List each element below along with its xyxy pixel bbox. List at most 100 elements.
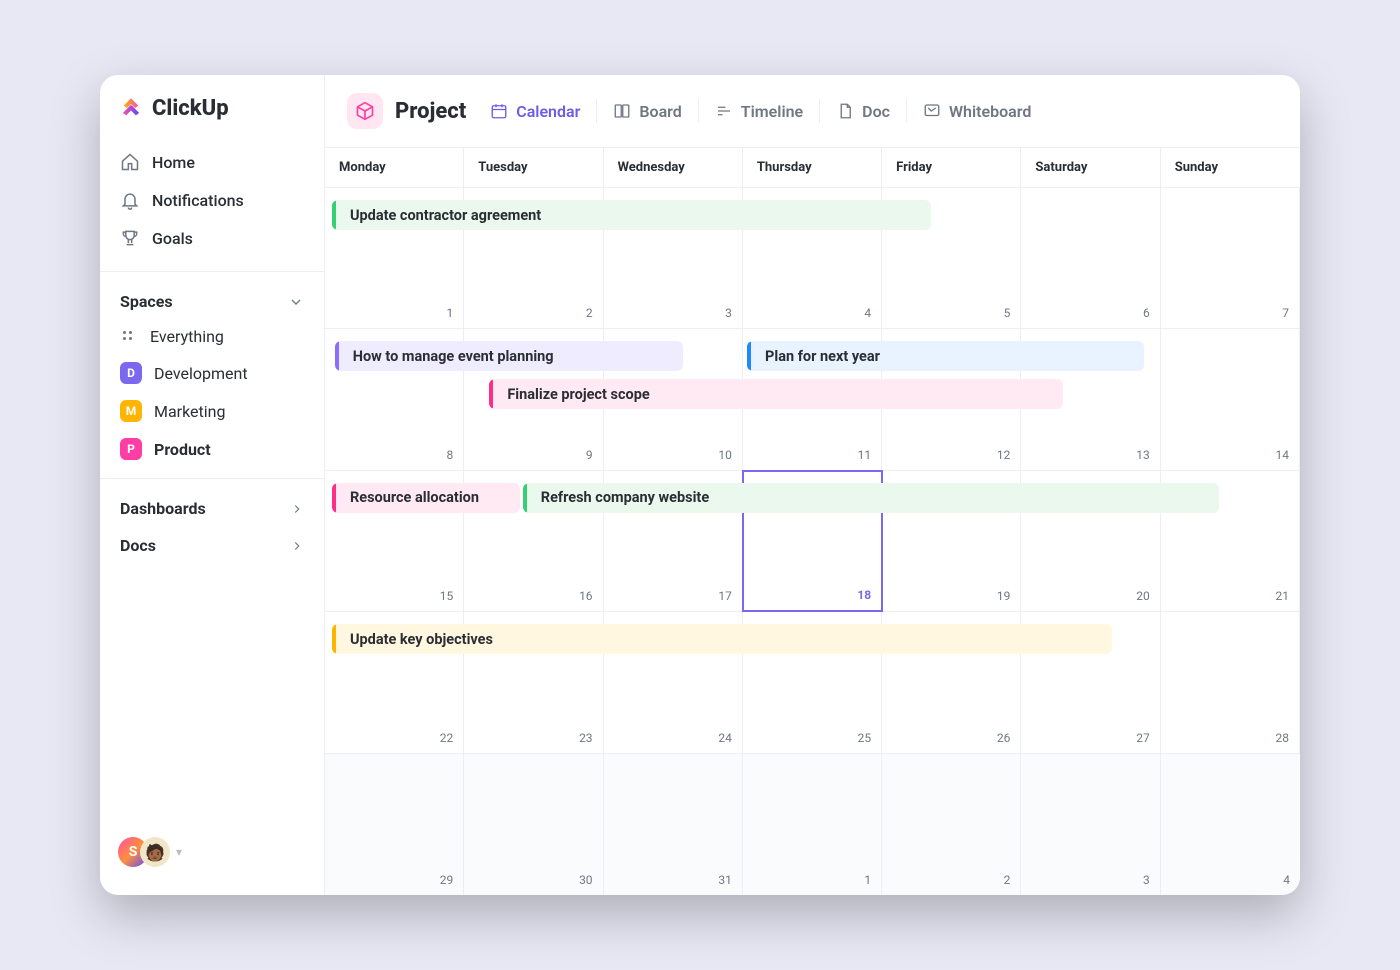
- date-number: 21: [1276, 589, 1290, 603]
- space-everything-label: Everything: [150, 327, 224, 346]
- calendar-event[interactable]: How to manage event planning: [335, 341, 683, 371]
- event-color-bar: [335, 341, 339, 371]
- date-number: 26: [997, 731, 1011, 745]
- calendar-cell[interactable]: 1: [743, 754, 882, 895]
- main: Project Calendar Board Timeline Doc Whiteboa…: [325, 75, 1300, 895]
- date-number: 29: [440, 873, 454, 887]
- topbar: Project Calendar Board Timeline Doc Whiteboa…: [325, 75, 1300, 148]
- event-color-bar: [747, 341, 751, 371]
- day-header-cell: Friday: [882, 148, 1021, 187]
- space-label: Marketing: [154, 402, 225, 421]
- event-title: Update contractor agreement: [344, 207, 541, 224]
- calendar-week: 1234567Update contractor agreement: [325, 188, 1300, 329]
- view-tabs: Calendar Board Timeline Doc Whiteboard: [490, 99, 1031, 123]
- date-number: 15: [440, 589, 454, 603]
- calendar-week: 29 30 31 1234: [325, 754, 1300, 895]
- sidebar: ClickUp Home Notifications Goals Spaces: [100, 75, 325, 895]
- space-everything[interactable]: Everything: [100, 319, 324, 354]
- breadcrumb: Project: [347, 93, 478, 129]
- section-label: Docs: [120, 536, 156, 555]
- footer-menu-caret[interactable]: ▾: [176, 845, 182, 859]
- calendar-event[interactable]: Update key objectives: [332, 624, 1112, 654]
- date-number: 31: [718, 873, 732, 887]
- tab-calendar[interactable]: Calendar: [490, 102, 580, 121]
- calendar-event[interactable]: Resource allocation: [332, 483, 520, 513]
- doc-icon: [836, 102, 854, 120]
- date-number: 4: [864, 306, 871, 320]
- brand-logo[interactable]: ClickUp: [100, 95, 324, 139]
- trophy-icon: [120, 228, 140, 248]
- event-color-bar: [332, 624, 336, 654]
- calendar-cell[interactable]: 2: [882, 754, 1021, 895]
- clickup-logo-icon: [118, 95, 144, 121]
- space-label: Product: [154, 440, 211, 459]
- nav-notifications[interactable]: Notifications: [110, 181, 314, 219]
- calendar-week: 22232425262728Update key objectives: [325, 612, 1300, 753]
- separator: [819, 99, 820, 123]
- calendar-event[interactable]: Plan for next year: [747, 341, 1144, 371]
- day-header-cell: Wednesday: [604, 148, 743, 187]
- calendar-cell[interactable]: 30: [464, 754, 603, 895]
- date-number: 8: [447, 448, 454, 462]
- date-number: 9: [586, 448, 593, 462]
- divider: [100, 478, 324, 479]
- nav-goals[interactable]: Goals: [110, 219, 314, 257]
- section-docs[interactable]: Docs: [100, 526, 324, 563]
- calendar-cell[interactable]: 28: [1161, 612, 1300, 752]
- calendar-cell[interactable]: 29: [325, 754, 464, 895]
- space-marketing[interactable]: M Marketing: [100, 392, 324, 430]
- calendar-cell[interactable]: 6: [1021, 188, 1160, 328]
- date-number: 20: [1136, 589, 1150, 603]
- calendar-cell[interactable]: 31: [604, 754, 743, 895]
- tab-whiteboard[interactable]: Whiteboard: [923, 102, 1031, 121]
- date-number: 2: [586, 306, 593, 320]
- nav-primary: Home Notifications Goals: [100, 139, 324, 261]
- spaces-list: DDevelopment M Marketing PProduct: [100, 354, 324, 468]
- day-header-cell: Thursday: [743, 148, 882, 187]
- date-number: 7: [1282, 306, 1289, 320]
- nav-home-label: Home: [152, 153, 195, 172]
- tab-board[interactable]: Board: [613, 102, 681, 121]
- date-number: 14: [1276, 448, 1290, 462]
- tab-timeline[interactable]: Timeline: [715, 102, 803, 121]
- event-color-bar: [332, 483, 336, 513]
- nav-home[interactable]: Home: [110, 143, 314, 181]
- space-badge: M: [120, 400, 142, 422]
- tab-label: Calendar: [516, 102, 580, 121]
- calendar-icon: [490, 102, 508, 120]
- event-color-bar: [332, 200, 336, 230]
- chevron-right-icon: [290, 539, 304, 553]
- calendar-cell[interactable]: 7: [1161, 188, 1300, 328]
- event-title: Finalize project scope: [501, 386, 649, 403]
- project-title: Project: [395, 99, 466, 124]
- calendar-event[interactable]: Finalize project scope: [489, 379, 1063, 409]
- day-header-cell: Sunday: [1161, 148, 1300, 187]
- calendar-cell[interactable]: 3: [1021, 754, 1160, 895]
- avatar-member[interactable]: 🧑🏾: [140, 837, 170, 867]
- nav-notifications-label: Notifications: [152, 191, 244, 210]
- tab-label: Timeline: [741, 102, 803, 121]
- event-title: Refresh company website: [535, 489, 709, 506]
- space-product[interactable]: PProduct: [100, 430, 324, 468]
- separator: [596, 99, 597, 123]
- section-dashboards[interactable]: Dashboards: [100, 489, 324, 526]
- spaces-header[interactable]: Spaces: [100, 282, 324, 319]
- separator: [698, 99, 699, 123]
- space-development[interactable]: DDevelopment: [100, 354, 324, 392]
- date-number: 11: [858, 448, 872, 462]
- tab-doc[interactable]: Doc: [836, 102, 890, 121]
- calendar: MondayTuesdayWednesdayThursdayFridaySatu…: [325, 148, 1300, 895]
- date-number: 5: [1004, 306, 1011, 320]
- timeline-icon: [715, 102, 733, 120]
- date-number: 13: [1136, 448, 1150, 462]
- calendar-event[interactable]: Refresh company website: [523, 483, 1219, 513]
- calendar-cell[interactable]: 4: [1161, 754, 1300, 895]
- calendar-cell[interactable]: 14: [1161, 329, 1300, 469]
- date-number: 22: [440, 731, 454, 745]
- day-header-cell: Saturday: [1021, 148, 1160, 187]
- event-color-bar: [523, 483, 527, 513]
- calendar-event[interactable]: Update contractor agreement: [332, 200, 931, 230]
- calendar-weeks: 1234567Update contractor agreement891011…: [325, 188, 1300, 895]
- chevron-right-icon: [290, 502, 304, 516]
- date-number: 30: [579, 873, 593, 887]
